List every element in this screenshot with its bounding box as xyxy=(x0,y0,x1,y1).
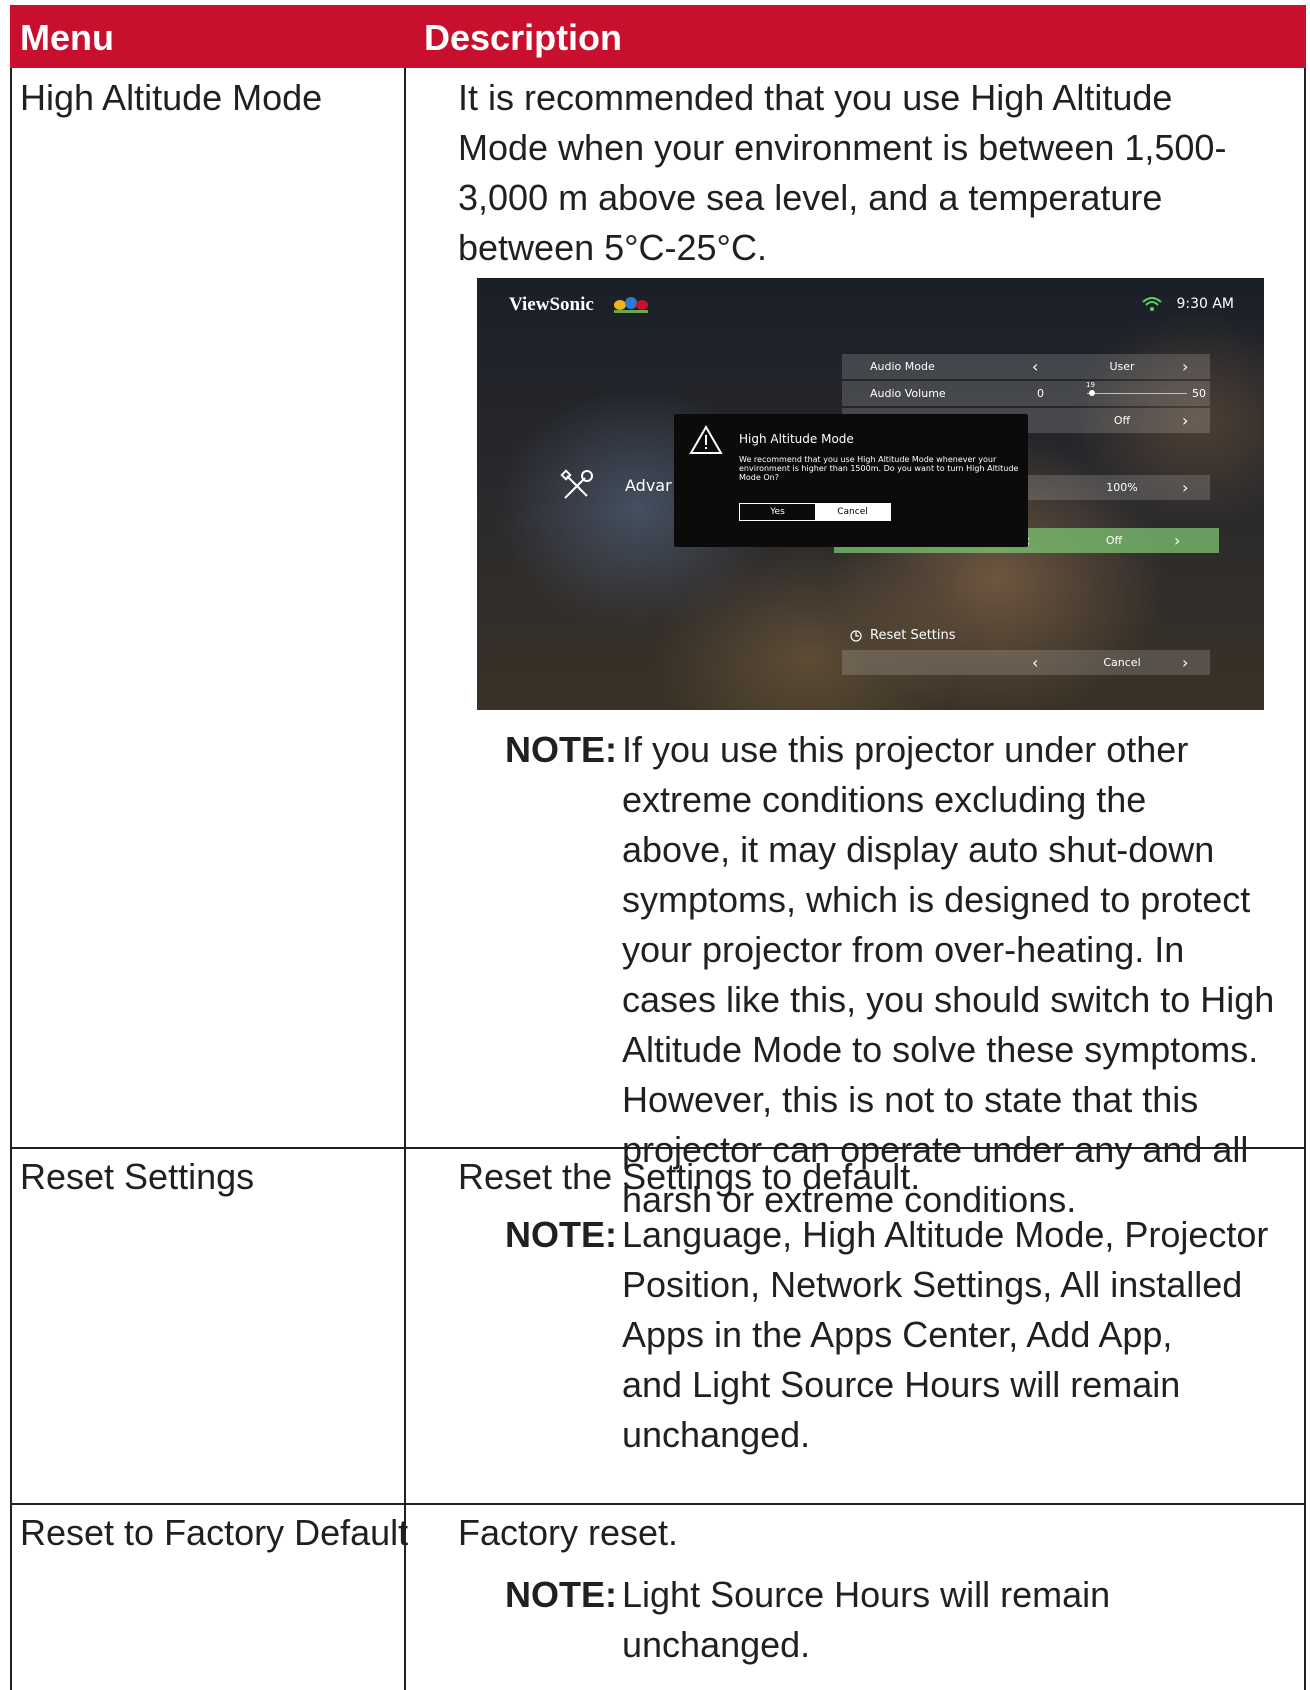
row-divider-2 xyxy=(10,1503,1306,1505)
audio-mode-label: Audio Mode xyxy=(870,360,935,373)
description-line: It is recommended that you use High Alti… xyxy=(458,77,1173,118)
chevron-right-icon[interactable]: › xyxy=(1182,475,1188,500)
high-altitude-value: Off xyxy=(1105,534,1123,547)
chevron-left-icon[interactable]: ‹ xyxy=(1032,650,1038,675)
projector-screenshot: ViewSonic 9:30 AM Audio Mode ‹ User › Au… xyxy=(477,278,1264,710)
volume-slider-track[interactable] xyxy=(1087,393,1187,394)
grid-line-middle xyxy=(404,68,406,1690)
note-line: cases like this, you should switch to Hi… xyxy=(622,979,1275,1020)
reset-value: Cancel xyxy=(1103,656,1141,669)
note-high-altitude: NOTE: If you use this projector under ot… xyxy=(505,725,1305,1225)
wifi-icon xyxy=(1142,297,1162,311)
menu-column-header: Menu xyxy=(20,17,114,58)
menu-reset-settings: Reset Settings xyxy=(20,1156,255,1197)
percent-value: 100% xyxy=(1106,481,1138,494)
note-label: NOTE: xyxy=(505,729,617,770)
audio-mode-value: User xyxy=(1109,360,1135,373)
audio-volume-row[interactable]: Audio Volume 0 19 50 xyxy=(842,381,1210,406)
chevron-right-icon[interactable]: › xyxy=(1174,528,1180,553)
table-header: Menu Description xyxy=(10,5,1306,68)
note-line: Position, Network Settings, All installe… xyxy=(622,1264,1243,1305)
dialog-message: We recommend that you use High Altitude … xyxy=(739,455,1019,482)
description-factory-reset: Factory reset. xyxy=(458,1508,1308,1558)
volume-min: 0 xyxy=(1037,387,1044,400)
note-line: Light Source Hours will remain xyxy=(622,1574,1111,1615)
volume-current: 19 xyxy=(1086,381,1095,389)
note-line: Altitude Mode to solve these symptoms. xyxy=(622,1029,1259,1070)
note-line: Apps in the Apps Center, Add App, xyxy=(622,1314,1173,1355)
note-line: and Light Source Hours will remain xyxy=(622,1364,1181,1405)
chevron-right-icon[interactable]: › xyxy=(1182,408,1188,433)
yes-button[interactable]: Yes xyxy=(740,504,815,520)
note-factory-reset: NOTE: Light Source Hours will remain unc… xyxy=(505,1570,1305,1670)
viewsonic-birds-icon xyxy=(614,297,648,313)
dialog-title: High Altitude Mode xyxy=(739,432,854,446)
audio-volume-label: Audio Volume xyxy=(870,387,946,400)
note-line: above, it may display auto shut-down xyxy=(622,829,1215,870)
advanced-menu-label: Advar xyxy=(625,476,672,495)
chevron-right-icon[interactable]: › xyxy=(1182,354,1188,379)
note-label: NOTE: xyxy=(505,1574,617,1615)
note-line: However, this is not to state that this xyxy=(622,1079,1199,1120)
clock: 9:30 AM xyxy=(1176,296,1234,312)
note-line: symptoms, which is designed to protect xyxy=(622,879,1251,920)
audio-mode-row[interactable]: Audio Mode ‹ User › xyxy=(842,354,1210,379)
description-line: Reset the Settings to default. xyxy=(458,1156,921,1197)
note-reset-settings: NOTE: Language, High Altitude Mode, Proj… xyxy=(505,1210,1305,1460)
description-reset-settings: Reset the Settings to default. xyxy=(458,1152,1308,1202)
reset-settings-row[interactable]: ‹ Cancel › xyxy=(842,650,1210,675)
description-line: 3,000 m above sea level, and a temperatu… xyxy=(458,177,1163,218)
note-line: your projector from over-heating. In xyxy=(622,929,1185,970)
audio-option-value: Off xyxy=(1113,414,1131,427)
warning-icon xyxy=(689,425,723,454)
note-line: extreme conditions excluding the xyxy=(622,779,1147,820)
note-line: Language, High Altitude Mode, Projector xyxy=(622,1214,1269,1255)
reset-settings-label: Reset Settins xyxy=(870,628,956,643)
tools-icon xyxy=(560,469,593,499)
note-line: unchanged. xyxy=(622,1624,811,1665)
cancel-button[interactable]: Cancel xyxy=(815,504,890,520)
chevron-left-icon[interactable]: ‹ xyxy=(1032,354,1038,379)
note-line: If you use this projector under other xyxy=(622,729,1189,770)
note-line: unchanged. xyxy=(622,1414,811,1455)
high-altitude-dialog: High Altitude Mode We recommend that you… xyxy=(674,414,1028,547)
dialog-buttons: Yes Cancel xyxy=(739,503,891,521)
description-high-altitude: It is recommended that you use High Alti… xyxy=(458,73,1308,273)
viewsonic-logo: ViewSonic xyxy=(509,294,594,315)
description-line: between 5°C-25°C. xyxy=(458,227,767,268)
volume-max: 50 xyxy=(1192,387,1206,400)
reset-icon xyxy=(850,630,862,642)
note-label: NOTE: xyxy=(505,1214,617,1255)
grid-line-left xyxy=(10,68,12,1690)
menu-reset-to-factory-default: Reset to Factory Default xyxy=(20,1512,409,1553)
chevron-right-icon[interactable]: › xyxy=(1182,650,1188,675)
settings-table: Menu Description High Altitude Mode It i… xyxy=(10,0,1306,1690)
description-line: Factory reset. xyxy=(458,1512,679,1553)
description-line: Mode when your environment is between 1,… xyxy=(458,127,1227,168)
menu-high-altitude-mode: High Altitude Mode xyxy=(20,77,323,118)
description-column-header: Description xyxy=(424,17,623,58)
